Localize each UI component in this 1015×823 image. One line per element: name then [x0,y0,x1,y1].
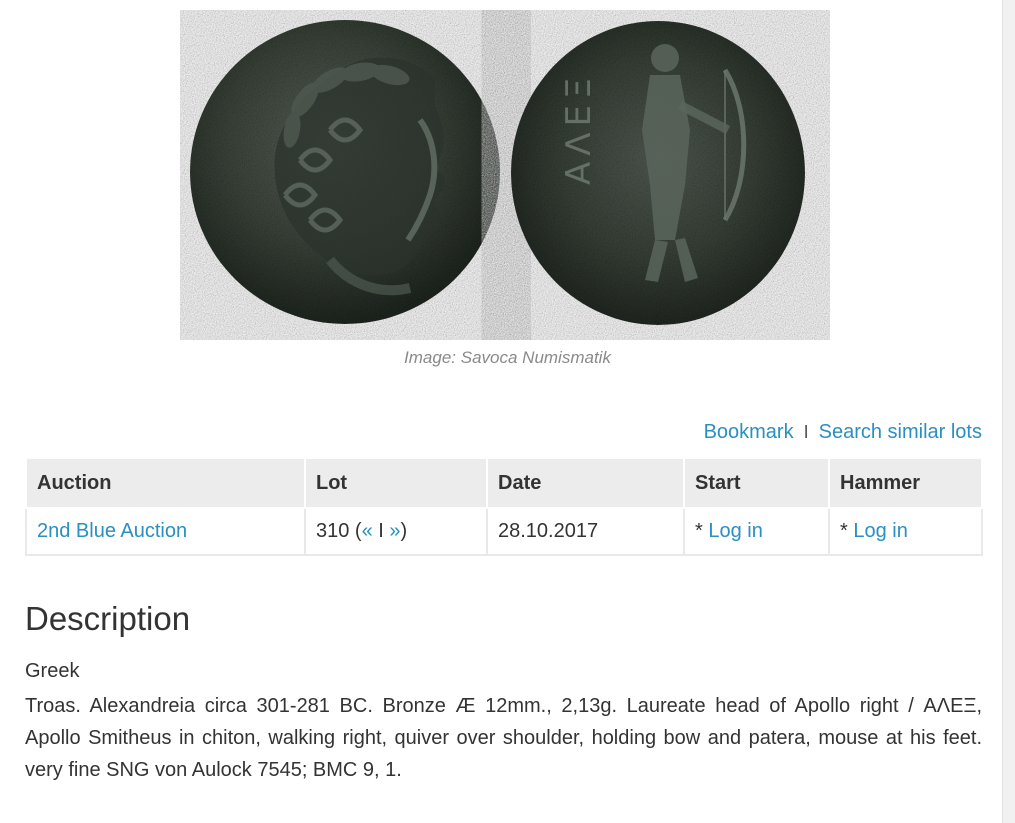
lot-nav-open: ( [349,520,362,542]
search-similar-lots-link[interactable]: Search similar lots [819,421,982,444]
lot-nav-close: ) [400,520,408,542]
cell-lot: 310 (« I ») [304,507,488,556]
coin-photo: ΑΛΕΞ [190,20,805,325]
description-category: Greek [25,660,80,682]
lot-info-table: Auction Lot Date Start Hammer 2nd Blue A… [25,457,983,556]
page-scroll-gutter [1002,0,1015,823]
lot-number: 310 [316,520,350,542]
cell-hammer: * Log in [828,507,983,556]
description-text: Troas. Alexandreia circa 301-281 BC. Bro… [25,695,982,781]
header-start: Start [683,457,830,509]
cell-date: 28.10.2017 [486,507,685,556]
coin-reverse-legend: ΑΛΕΞ [559,72,599,185]
hammer-login-link[interactable]: Log in [853,520,908,542]
next-lot-link[interactable]: » [389,520,400,542]
header-date: Date [486,457,685,509]
coin-image[interactable]: ΑΛΕΞ [180,10,830,340]
table-header-row: Auction Lot Date Start Hammer [25,457,983,509]
header-auction: Auction [25,457,306,509]
cell-auction: 2nd Blue Auction [25,507,306,556]
start-asterisk: * [695,520,709,542]
image-credit-caption: Image: Savoca Numismatik [404,348,611,367]
action-separator: I [803,422,809,442]
bookmark-link[interactable]: Bookmark [704,421,794,444]
header-hammer: Hammer [828,457,983,509]
coin-reverse: ΑΛΕΞ [511,21,805,325]
description-heading: Description [25,600,191,637]
coin-obverse [190,20,500,324]
start-login-link[interactable]: Log in [708,520,763,542]
table-row: 2nd Blue Auction 310 (« I ») 28.10.2017 … [25,507,983,556]
lot-actions: Bookmark I Search similar lots [704,421,982,444]
lot-nav-separator: I [372,520,390,542]
hammer-asterisk: * [840,520,854,542]
cell-start: * Log in [683,507,830,556]
previous-lot-link[interactable]: « [362,520,373,542]
header-lot: Lot [304,457,488,509]
lot-detail-page: ΑΛΕΞ Image: Savoca Numismatik Bookmark I… [0,0,1015,823]
auction-link[interactable]: 2nd Blue Auction [37,520,187,542]
